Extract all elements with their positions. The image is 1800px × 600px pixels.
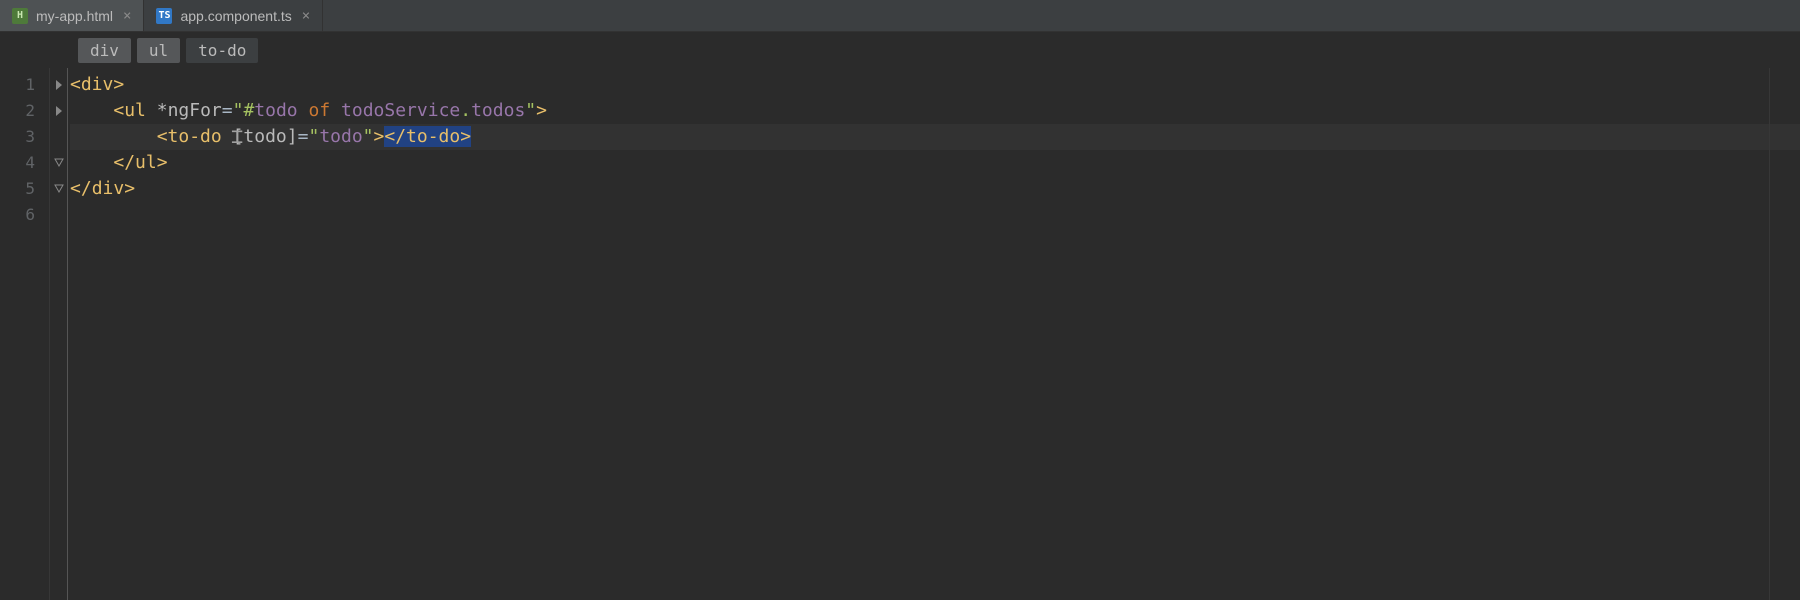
right-margin-line — [1769, 68, 1770, 600]
code-line-current: <to-do [todo]="todo"></to-do> — [70, 124, 1800, 150]
code-line: <div> — [70, 72, 1800, 98]
fold-end-icon[interactable] — [50, 150, 67, 176]
tab-my-app-html[interactable]: H my-app.html × — [0, 0, 144, 31]
line-number-gutter: 1 2 3 4 5 6 — [0, 68, 50, 600]
fold-toggle-icon[interactable] — [50, 98, 67, 124]
fold-end-icon[interactable] — [50, 176, 67, 202]
fold-toggle-icon[interactable] — [50, 72, 67, 98]
breadcrumb-item-todo[interactable]: to-do — [186, 38, 258, 63]
code-line — [70, 202, 1800, 228]
code-line: </div> — [70, 176, 1800, 202]
breadcrumb-item-div[interactable]: div — [78, 38, 131, 63]
code-line: </ul> — [70, 150, 1800, 176]
code-line: <ul *ngFor="#todo of todoService.todos"> — [70, 98, 1800, 124]
html-file-icon: H — [12, 8, 28, 24]
fold-marker — [50, 202, 67, 228]
line-number: 1 — [0, 72, 49, 98]
fold-gutter — [50, 68, 68, 600]
tab-label: my-app.html — [36, 8, 113, 24]
line-number: 3 — [0, 124, 49, 150]
line-number: 6 — [0, 202, 49, 228]
code-editor[interactable]: 1 2 3 4 5 6 <div> <ul *ngFor="#todo of t… — [0, 68, 1800, 600]
line-number: 2 — [0, 98, 49, 124]
line-number: 4 — [0, 150, 49, 176]
line-number: 5 — [0, 176, 49, 202]
close-icon[interactable]: × — [121, 8, 133, 24]
close-icon[interactable]: × — [300, 8, 312, 24]
tab-label: app.component.ts — [180, 8, 291, 24]
breadcrumb: div ul to-do — [0, 32, 1800, 68]
fold-marker — [50, 124, 67, 150]
breadcrumb-item-ul[interactable]: ul — [137, 38, 180, 63]
code-content[interactable]: <div> <ul *ngFor="#todo of todoService.t… — [68, 68, 1800, 600]
tab-bar: H my-app.html × TS app.component.ts × — [0, 0, 1800, 32]
ts-file-icon: TS — [156, 8, 172, 24]
tab-app-component-ts[interactable]: TS app.component.ts × — [144, 0, 323, 31]
